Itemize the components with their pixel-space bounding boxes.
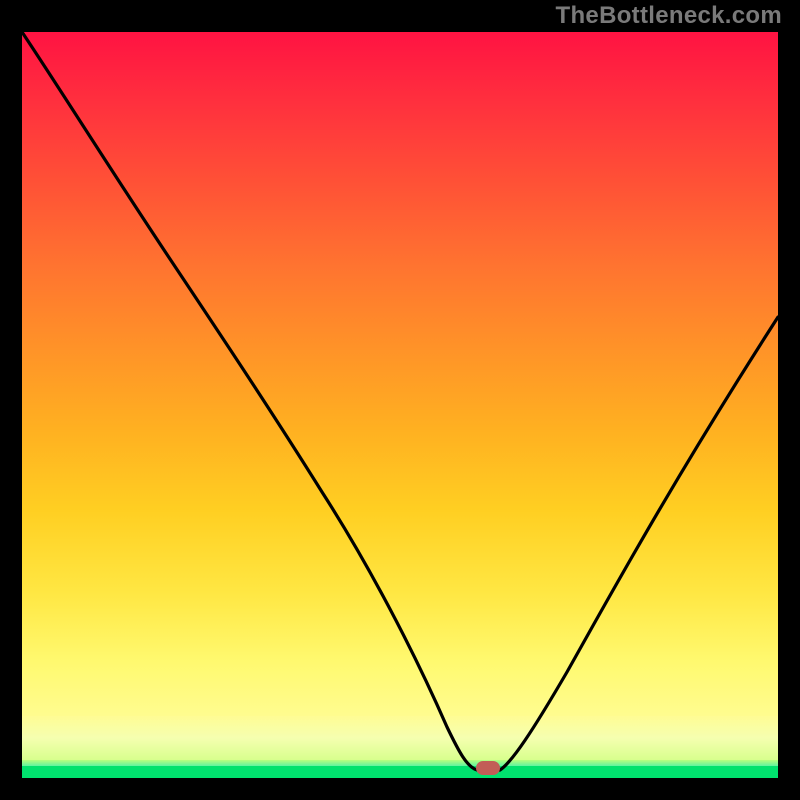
- watermark-label: TheBottleneck.com: [556, 2, 782, 30]
- curve-path: [22, 32, 778, 770]
- plot-area: [22, 32, 778, 778]
- bottleneck-curve: [22, 32, 778, 778]
- optimum-marker: [476, 761, 500, 775]
- chart-frame: TheBottleneck.com: [0, 0, 800, 800]
